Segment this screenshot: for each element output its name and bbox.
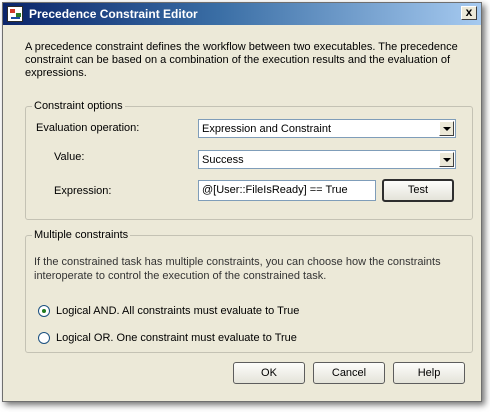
logical-or-radio[interactable] — [38, 332, 50, 344]
window-title: Precedence Constraint Editor — [29, 7, 198, 21]
dialog-description: A precedence constraint defines the work… — [25, 41, 458, 79]
value-select[interactable]: Success — [198, 150, 456, 169]
precedence-constraint-editor-dialog: Precedence Constraint Editor x A precede… — [2, 2, 482, 402]
help-button[interactable]: Help — [393, 362, 465, 384]
chevron-down-icon[interactable] — [439, 152, 454, 167]
chevron-down-icon[interactable] — [439, 121, 454, 136]
expression-input[interactable]: @[User::FileIsReady] == True — [198, 180, 376, 201]
value-select-value: Success — [202, 154, 244, 166]
multiple-constraints-group: Multiple constraints If the constrained … — [25, 229, 473, 353]
evaluation-operation-value: Expression and Constraint — [202, 123, 332, 135]
constraint-options-legend: Constraint options — [34, 100, 123, 112]
app-icon — [7, 6, 23, 22]
logical-or-label[interactable]: Logical OR. One constraint must evaluate… — [56, 332, 297, 344]
logical-and-radio[interactable] — [38, 305, 50, 317]
test-button[interactable]: Test — [382, 179, 454, 202]
evaluation-operation-label: Evaluation operation: — [36, 122, 140, 134]
constraint-options-group: Constraint options Evaluation operation:… — [25, 100, 473, 220]
value-label: Value: — [54, 151, 85, 163]
close-icon: x — [465, 5, 473, 19]
multiple-constraints-legend: Multiple constraints — [34, 229, 129, 241]
cancel-button[interactable]: Cancel — [313, 362, 385, 384]
evaluation-operation-select[interactable]: Expression and Constraint — [198, 119, 456, 138]
title-bar[interactable]: Precedence Constraint Editor x — [3, 3, 481, 25]
logical-and-label[interactable]: Logical AND. All constraints must evalua… — [56, 305, 299, 317]
expression-label: Expression: — [54, 185, 112, 197]
close-button[interactable]: x — [461, 6, 477, 20]
multiple-constraints-description: If the constrained task has multiple con… — [34, 256, 441, 282]
ok-button[interactable]: OK — [233, 362, 305, 384]
